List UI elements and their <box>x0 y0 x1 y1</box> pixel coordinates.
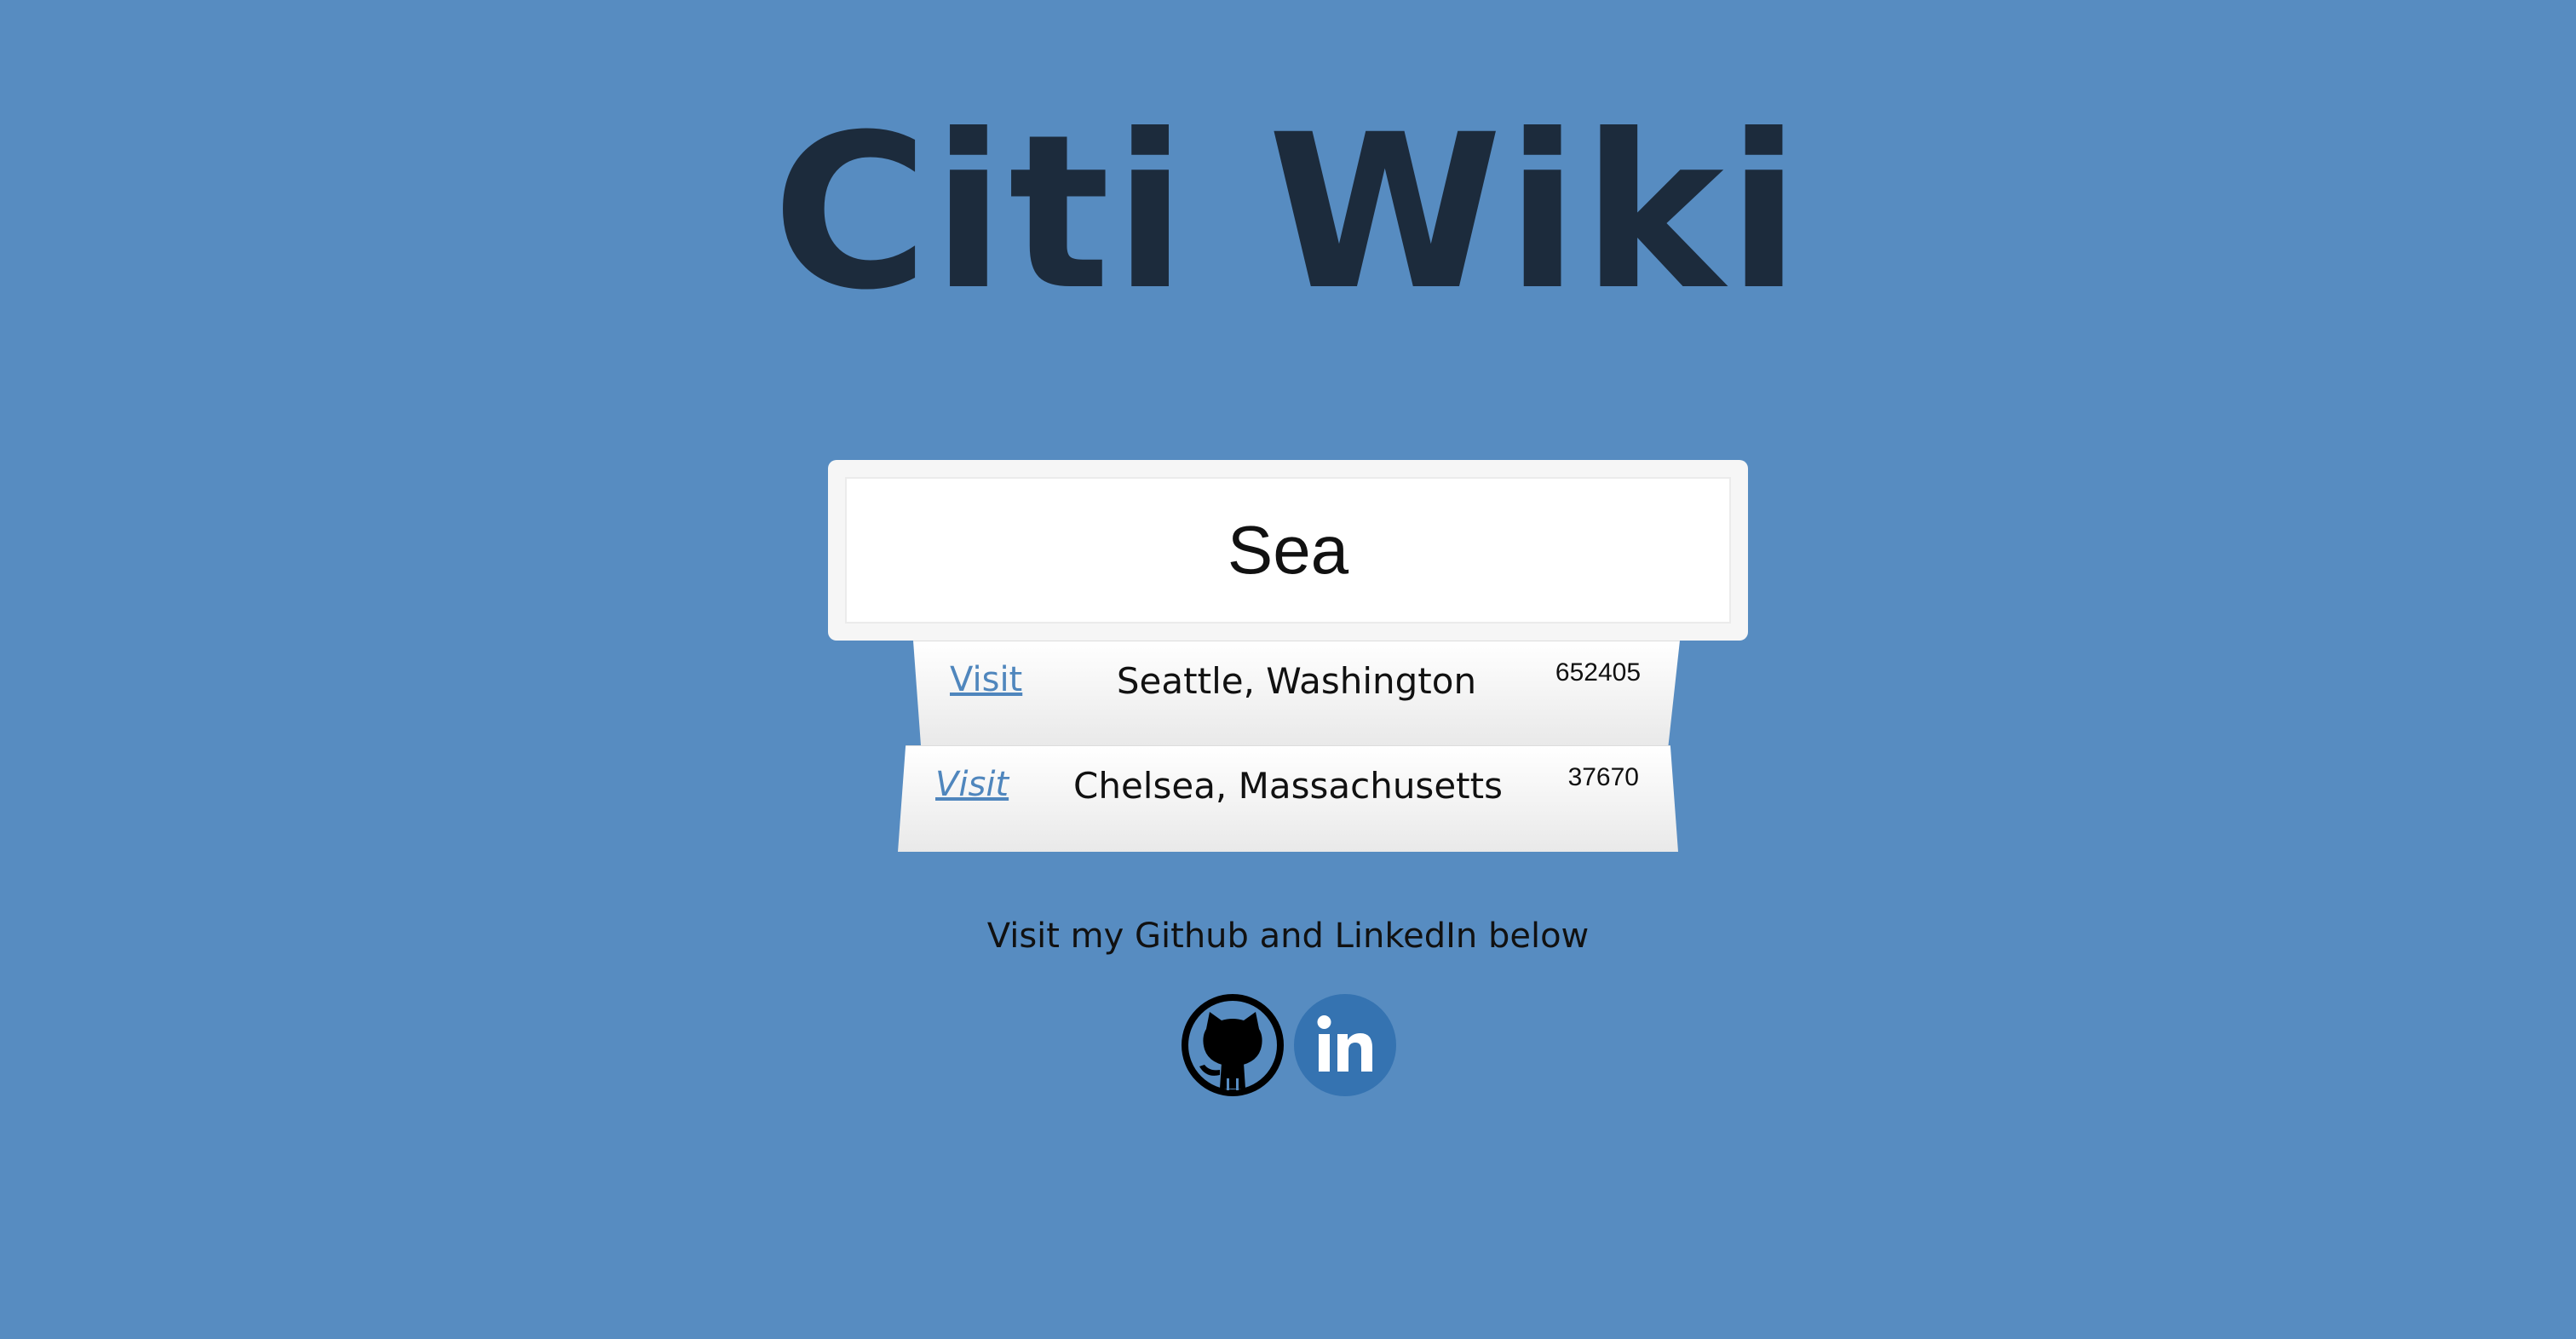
footer-text: Visit my Github and LinkedIn below <box>986 917 1590 956</box>
population-count: 37670 <box>1567 763 1639 791</box>
suggestion-item: Visit Chelsea, Massachusetts 37670 <box>898 745 1678 852</box>
page-title: Citi Wiki <box>772 89 1804 336</box>
linkedin-link[interactable] <box>1293 993 1397 1097</box>
linkedin-icon <box>1294 994 1396 1096</box>
city-name: Chelsea, Massachusetts <box>1073 765 1503 807</box>
suggestion-list: Visit Seattle, Washington 652405 Visit C… <box>0 641 2576 852</box>
search-input[interactable] <box>845 477 1731 624</box>
github-link[interactable] <box>1181 993 1285 1097</box>
github-icon <box>1182 994 1284 1096</box>
population-count: 652405 <box>1555 658 1641 687</box>
social-links <box>1181 993 1397 1099</box>
search-container <box>828 460 1748 641</box>
suggestion-item: Visit Seattle, Washington 652405 <box>913 641 1680 745</box>
